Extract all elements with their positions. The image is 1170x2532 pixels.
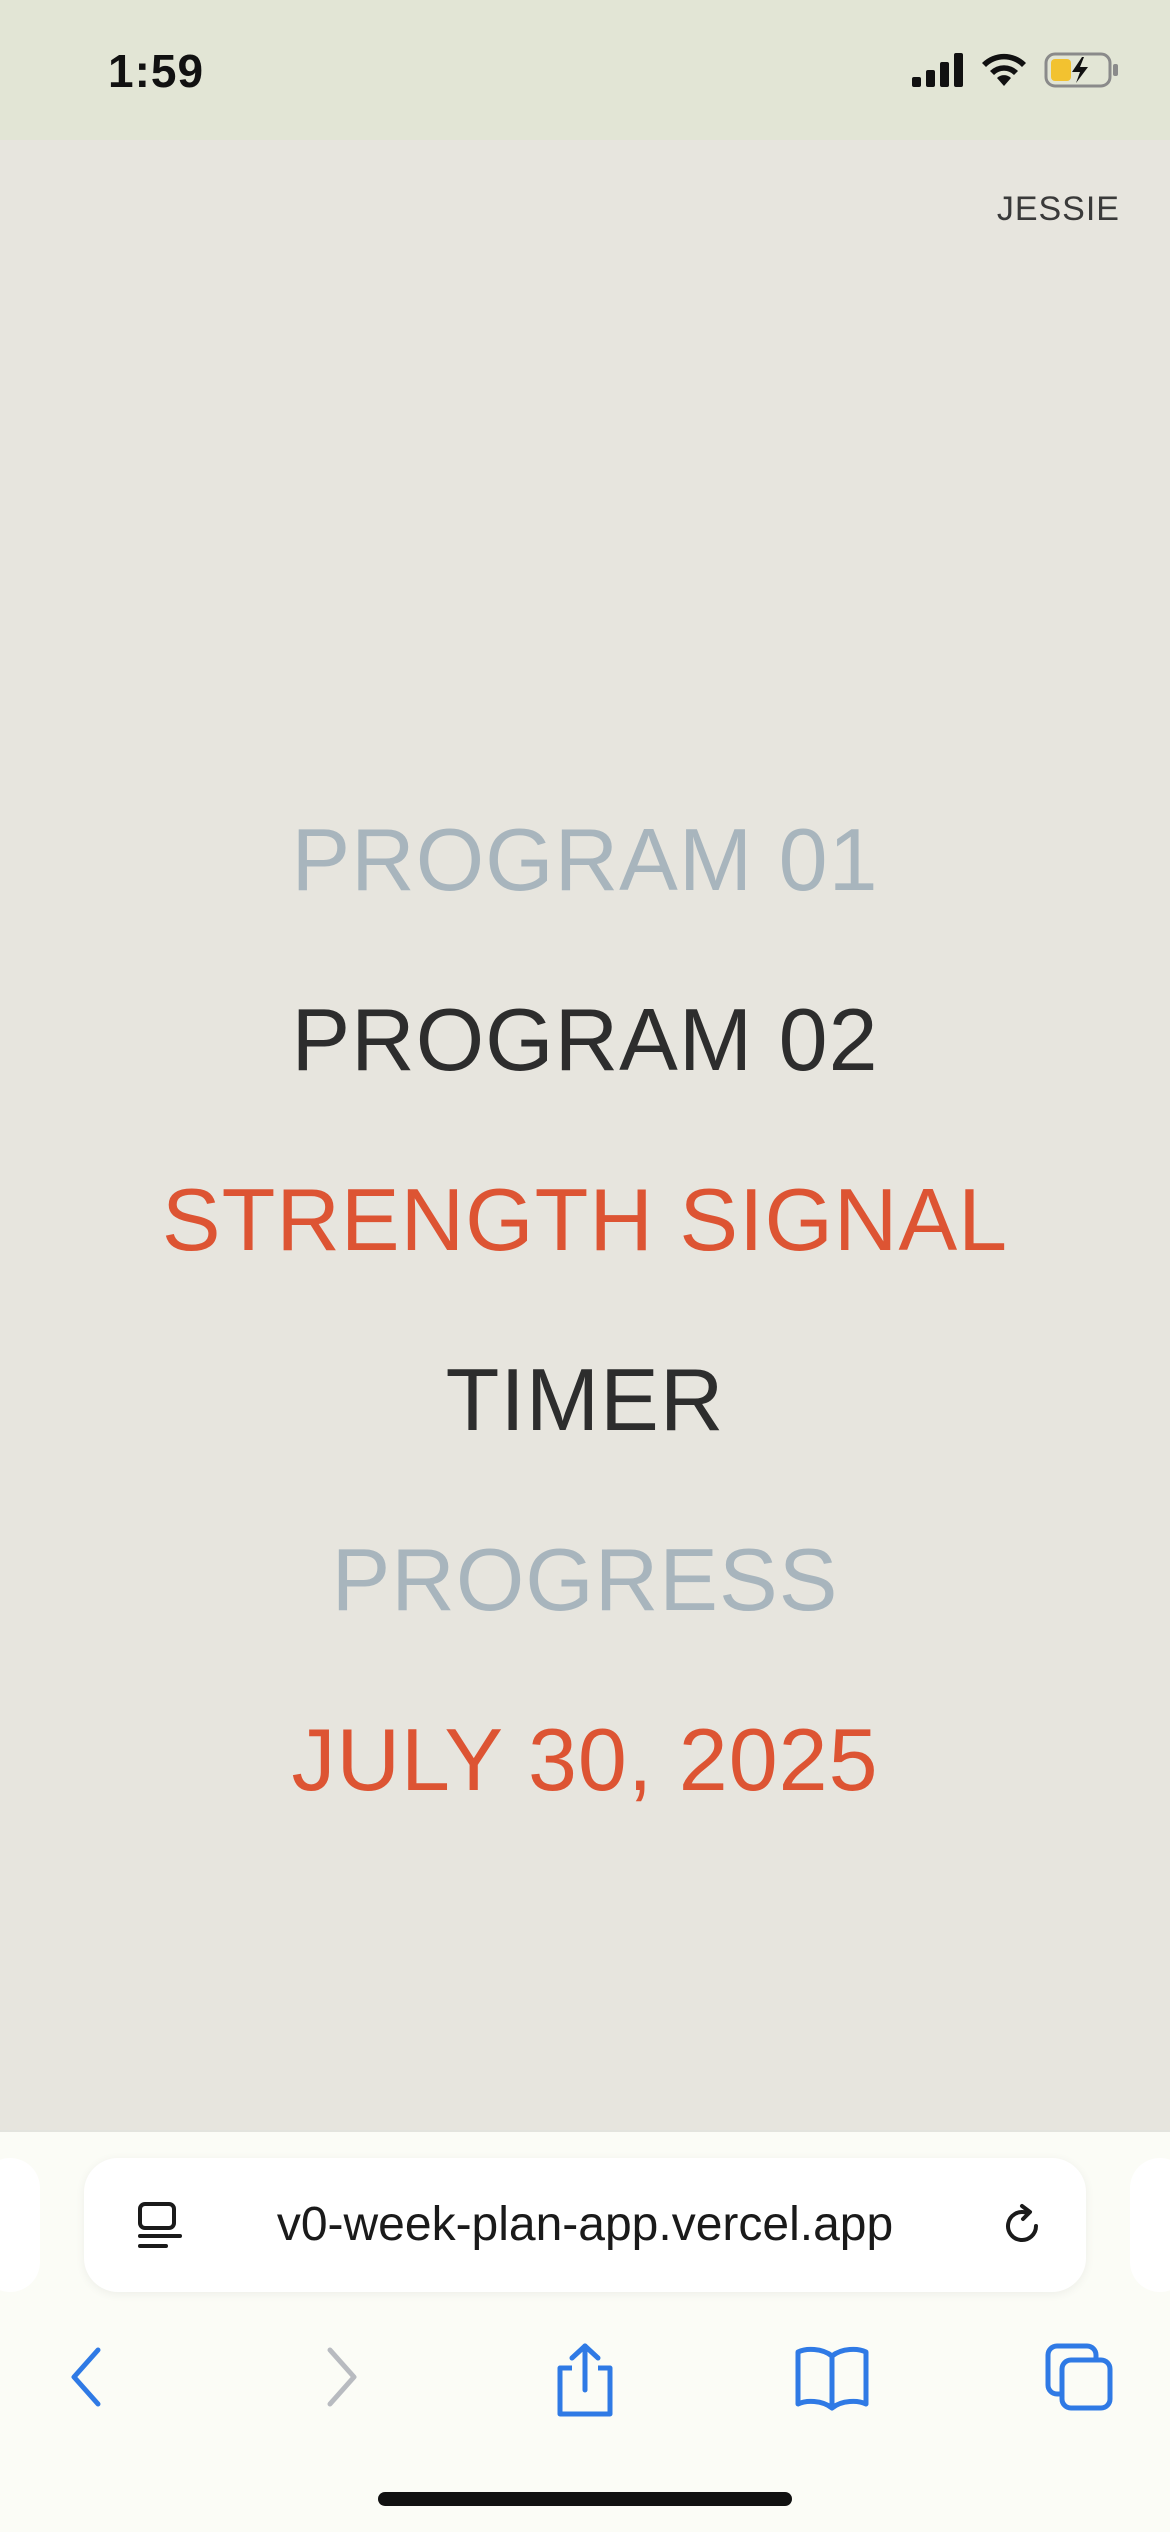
menu-item-timer[interactable]: TIMER: [446, 1310, 725, 1490]
browser-toolbar: [0, 2322, 1170, 2432]
menu-item-program-02[interactable]: PROGRAM 02: [291, 950, 878, 1130]
reload-icon[interactable]: [996, 2200, 1048, 2257]
menu-item-strength-signal[interactable]: STRENGTH SIGNAL: [162, 1130, 1008, 1310]
status-time: 1:59: [108, 45, 205, 97]
status-icons: [912, 50, 1120, 94]
tabs-icon[interactable]: [1044, 2342, 1116, 2419]
back-icon[interactable]: [62, 2342, 112, 2417]
status-bar: 1:59: [0, 0, 1170, 140]
user-name[interactable]: JESSIE: [997, 190, 1120, 229]
menu-item-program-01[interactable]: PROGRAM 01: [291, 770, 878, 950]
share-icon[interactable]: [550, 2342, 620, 2423]
browser-bar: v0-week-plan-app.vercel.app: [0, 2130, 1170, 2532]
url-text[interactable]: v0-week-plan-app.vercel.app: [84, 2158, 1086, 2292]
current-date: JULY 30, 2025: [291, 1710, 879, 1809]
app-screen: JESSIE PROGRAM 01 PROGRAM 02 STRENGTH SI…: [0, 140, 1170, 2130]
address-bar[interactable]: v0-week-plan-app.vercel.app: [84, 2158, 1086, 2292]
next-tab-peek[interactable]: [1130, 2158, 1170, 2292]
main-menu: PROGRAM 01 PROGRAM 02 STRENGTH SIGNAL TI…: [0, 770, 1170, 1850]
menu-item-progress[interactable]: PROGRESS: [332, 1490, 839, 1670]
home-indicator: [378, 2492, 792, 2506]
previous-tab-peek[interactable]: [0, 2158, 40, 2292]
wifi-icon: [980, 52, 1028, 93]
bookmarks-icon[interactable]: [794, 2342, 870, 2417]
cellular-signal-icon: [912, 52, 964, 92]
forward-icon[interactable]: [316, 2342, 366, 2417]
battery-charging-icon: [1044, 51, 1120, 94]
